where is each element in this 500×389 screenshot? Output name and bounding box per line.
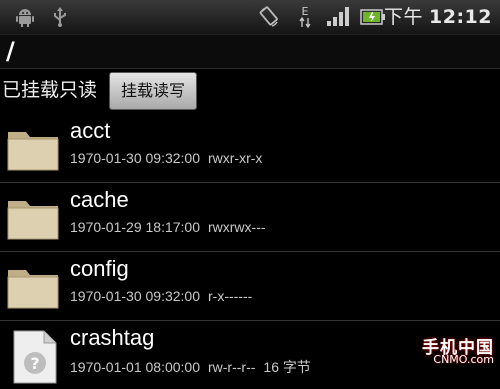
file-name: acct — [70, 118, 111, 143]
file-permissions: rwxr-xr-x — [208, 150, 263, 166]
clock-time: 12:12 — [429, 6, 492, 28]
file-meta: 1970-01-30 09:32:00 r-x------ — [70, 288, 260, 304]
mount-bar: 已挂载只读 挂载读写 — [0, 69, 500, 113]
file-permissions: rw-r--r-- — [208, 359, 256, 375]
file-name: crashtag — [70, 325, 155, 350]
battery-icon — [360, 0, 386, 34]
unknown-file-icon: ? — [6, 329, 62, 385]
folder-icon — [6, 122, 62, 178]
list-item-cache[interactable]: cache 1970-01-29 18:17:00 rwxrwx--- — [0, 183, 500, 252]
signal-icon — [326, 0, 350, 34]
file-date: 1970-01-29 18:17:00 — [70, 219, 200, 235]
file-meta: 1970-01-01 08:00:00 rw-r--r-- 16 字节 — [70, 357, 319, 377]
mount-read-write-button[interactable]: 挂载读写 — [109, 72, 197, 110]
folder-icon — [6, 260, 62, 316]
watermark-en: CNMO.com — [433, 353, 494, 366]
data-edge-icon: E — [298, 0, 312, 34]
usb-icon — [52, 0, 68, 34]
file-name: cache — [70, 187, 129, 212]
current-path: / — [6, 37, 15, 65]
file-meta: 1970-01-29 18:17:00 rwxrwx--- — [70, 219, 274, 235]
file-date: 1970-01-01 08:00:00 — [70, 359, 200, 375]
file-date: 1970-01-30 09:32:00 — [70, 150, 200, 166]
list-item-acct[interactable]: acct 1970-01-30 09:32:00 rwxr-xr-x — [0, 114, 500, 183]
clock: 下午 12:12 — [384, 0, 492, 34]
file-date: 1970-01-30 09:32:00 — [70, 288, 200, 304]
list-item-config[interactable]: config 1970-01-30 09:32:00 r-x------ — [0, 252, 500, 321]
file-permissions: rwxrwx--- — [208, 219, 266, 235]
file-size: 16 字节 — [263, 359, 311, 375]
file-name: config — [70, 256, 129, 281]
rotation-icon — [258, 0, 280, 34]
clock-ampm: 下午 — [384, 6, 424, 28]
status-bar: E 下午 12:12 — [0, 0, 500, 35]
mount-status-label: 已挂载只读 — [2, 79, 98, 101]
svg-text:?: ? — [30, 354, 39, 373]
file-meta: 1970-01-30 09:32:00 rwxr-xr-x — [70, 150, 270, 166]
folder-icon — [6, 191, 62, 247]
android-icon — [14, 0, 36, 34]
file-permissions: r-x------ — [208, 288, 253, 304]
path-bar: / — [0, 35, 500, 69]
svg-text:E: E — [302, 5, 309, 18]
watermark-logo: 手机中国 CNMO.com — [402, 333, 494, 369]
